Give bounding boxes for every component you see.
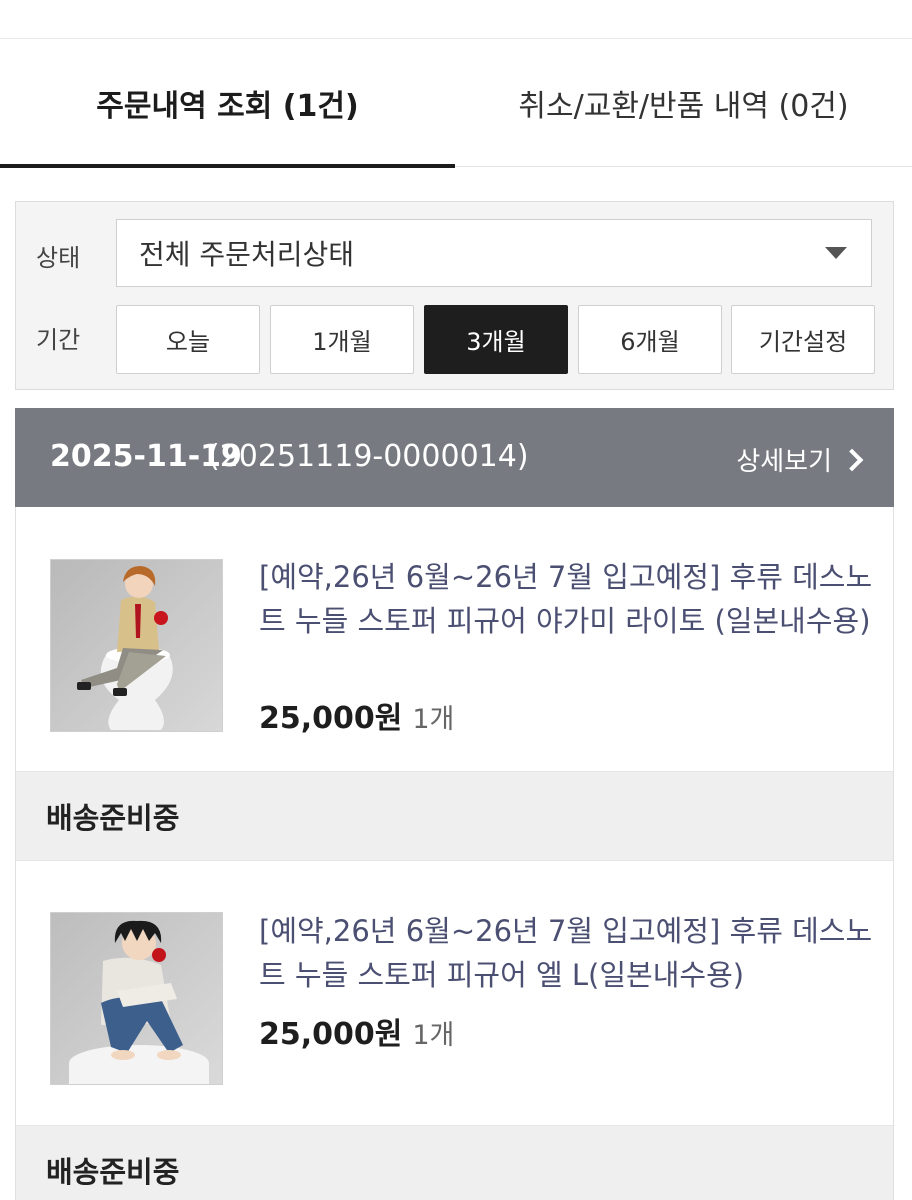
product-title[interactable]: [예약,26년 6월~26년 7월 입고예정] 후류 데스노트 누들 스토퍼 피… bbox=[259, 555, 879, 643]
status-select[interactable]: 전체 주문처리상태 bbox=[116, 219, 872, 287]
order-filter-panel: 상태 전체 주문처리상태 기간 오늘 1개월 3개월 6개월 기간설정 bbox=[15, 201, 894, 390]
period-button-today[interactable]: 오늘 bbox=[116, 305, 260, 374]
order-item: [예약,26년 6월~26년 7월 입고예정] 후류 데스노트 누들 스토퍼 피… bbox=[16, 861, 893, 1200]
order-item: [예약,26년 6월~26년 7월 입고예정] 후류 데스노트 누들 스토퍼 피… bbox=[16, 507, 893, 861]
period-label: 기간 bbox=[36, 326, 81, 354]
product-thumbnail[interactable] bbox=[50, 912, 223, 1085]
figure-l-image bbox=[51, 913, 222, 1084]
product-price: 25,000원 1개 bbox=[259, 693, 454, 737]
quantity: 1개 bbox=[412, 1020, 455, 1051]
order-tabs: 주문내역 조회 (1건) 취소/교환/반품 내역 (0건) bbox=[0, 39, 912, 168]
price-value: 25,000원 bbox=[259, 1017, 403, 1052]
chevron-right-icon bbox=[840, 448, 864, 471]
quantity: 1개 bbox=[412, 704, 455, 735]
order-header: 2025-11-19 (20251119-0000014) 상세보기 bbox=[15, 408, 894, 507]
price-value: 25,000원 bbox=[259, 701, 403, 736]
order-detail-link[interactable]: 상세보기 bbox=[736, 441, 864, 478]
shipping-status: 배송준비중 bbox=[16, 771, 893, 861]
status-label: 상태 bbox=[36, 244, 81, 272]
product-price: 25,000원 1개 bbox=[259, 1009, 454, 1053]
product-thumbnail[interactable] bbox=[50, 559, 223, 732]
order-number: (20251119-0000014) bbox=[208, 439, 529, 474]
period-button-3months[interactable]: 3개월 bbox=[424, 305, 568, 374]
shipping-status: 배송준비중 bbox=[16, 1125, 893, 1200]
figure-light-image bbox=[51, 560, 222, 731]
status-select-value: 전체 주문처리상태 bbox=[139, 238, 354, 271]
dropdown-arrow-icon bbox=[825, 247, 847, 259]
period-button-custom[interactable]: 기간설정 bbox=[731, 305, 875, 374]
product-title[interactable]: [예약,26년 6월~26년 7월 입고예정] 후류 데스노트 누들 스토퍼 피… bbox=[259, 909, 879, 997]
order-items: [예약,26년 6월~26년 7월 입고예정] 후류 데스노트 누들 스토퍼 피… bbox=[15, 507, 894, 1200]
period-button-6months[interactable]: 6개월 bbox=[578, 305, 722, 374]
order-detail-label: 상세보기 bbox=[736, 447, 832, 477]
period-button-1month[interactable]: 1개월 bbox=[270, 305, 414, 374]
tab-order-history[interactable]: 주문내역 조회 (1건) bbox=[0, 39, 455, 168]
tab-cancel-exchange-return[interactable]: 취소/교환/반품 내역 (0건) bbox=[455, 39, 912, 167]
